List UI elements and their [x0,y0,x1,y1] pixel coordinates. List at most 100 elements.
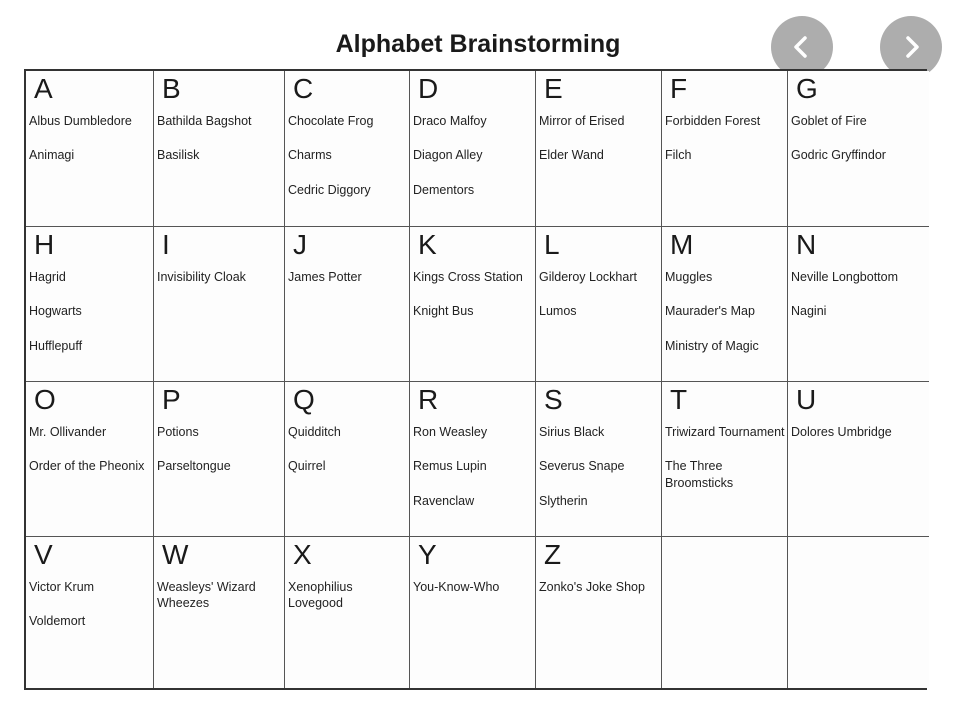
letter-cell: A Albus Dumbledore Animagi [26,71,154,227]
chevron-left-icon [794,36,807,58]
entry-text: Maurader's Map [665,304,755,319]
letter-cell: U Dolores Umbridge [788,382,929,537]
letter-cell: C Chocolate Frog Charms Cedric Diggory [285,71,410,227]
entry-list: Hagrid Hogwarts Hufflepuff [29,269,151,372]
entry-text: Charms [288,148,332,163]
entry-text: Basilisk [157,148,200,163]
entry-text: Filch [665,148,692,163]
entry-text: Albus Dumbledore [29,114,132,128]
entry-text: Animagi [29,148,75,163]
letter-cell: T Triwizard Tournament The Three Broomstic… [662,382,788,537]
letter-cell [788,537,929,688]
entry-list: Quidditch Quirrel [288,424,407,493]
cell-letter: U [796,384,817,415]
entry-text: Quidditch [288,425,341,439]
entry-text: Parseltongue [157,459,231,474]
entry-text: Neville Longbottom [791,270,899,284]
letter-cell: K Kings Cross Station Knight Bus [410,227,536,382]
letter-cell [662,537,788,688]
cell-letter: O [34,384,56,415]
entry-text: The Three Broomsticks [665,459,734,490]
cell-letter: X [293,539,312,570]
entry-list: Invisibility Cloak [157,269,282,303]
entry-list: Xenophilius Lovegood [288,579,407,630]
cell-letter: L [544,229,560,260]
entry-text: Cedric Diggory [288,182,371,197]
letter-cell: O Mr. Ollivander Order of the Pheonix [26,382,154,537]
cell-letter: Q [293,384,315,415]
entry-list: James Potter [288,269,407,303]
entry-list: Neville Longbottom Nagini [791,269,927,338]
entry-list: Sirius Black Severus Snape Slytherin [539,424,659,527]
entry-text: Invisibility Cloak [157,270,246,284]
entry-text: You-Know-Who [413,580,500,594]
entry-text: Victor Krum [29,580,95,594]
entry-text: Voldemort [29,614,86,629]
cell-letter: R [418,384,439,415]
letter-cell: H Hagrid Hogwarts Hufflepuff [26,227,154,382]
letter-cell: Y You-Know-Who [410,537,536,688]
cell-letter: T [670,384,688,415]
entry-list: Triwizard Tournament The Three Broomstick… [665,424,785,509]
entry-text: Zonko's Joke Shop [539,580,645,594]
cell-letter: G [796,73,818,104]
entry-text: Dolores Umbridge [791,425,892,439]
entry-text: Hogwarts [29,304,82,319]
entry-text: Chocolate Frog [288,114,374,128]
entry-list: Draco Malfoy Diagon Alley Dementors [413,113,533,216]
entry-text: Godric Gryffindor [791,148,886,163]
entry-list: You-Know-Who [413,579,533,613]
cell-letter: P [162,384,181,415]
entry-list: Dolores Umbridge [791,424,927,458]
entry-list: Potions Parseltongue [157,424,282,493]
letter-cell: S Sirius Black Severus Snape Slytherin [536,382,662,537]
letter-cell: P Potions Parseltongue [154,382,285,537]
entry-text: Sirius Black [539,425,605,439]
entry-text: Draco Malfoy [413,114,487,128]
entry-text: Xenophilius Lovegood [288,580,353,611]
cell-letter: H [34,229,55,260]
entry-list: Muggles Maurader's Map Ministry of Magic [665,269,785,372]
entry-text: Potions [157,425,199,439]
cell-letter: S [544,384,563,415]
cell-letter: B [162,73,181,104]
letter-cell: F Forbidden Forest Filch [662,71,788,227]
entry-text: Knight Bus [413,304,474,319]
entry-text: Gilderoy Lockhart [539,270,637,284]
letter-cell: X Xenophilius Lovegood [285,537,410,688]
letter-cell: R Ron Weasley Remus Lupin Ravenclaw [410,382,536,537]
cell-letter: M [670,229,694,260]
entry-text: Slytherin [539,493,588,508]
entry-text: Hagrid [29,270,66,284]
letter-cell: M Muggles Maurader's Map Ministry of Magic [662,227,788,382]
cell-letter: W [162,539,189,570]
letter-cell: L Gilderoy Lockhart Lumos [536,227,662,382]
entry-text: Mirror of Erised [539,114,625,128]
entry-list: Mr. Ollivander Order of the Pheonix [29,424,151,493]
cell-letter: Y [418,539,437,570]
entry-text: Muggles [665,270,713,284]
entry-list: Mirror of Erised Elder Wand [539,113,659,182]
chevron-right-icon [906,36,919,58]
cell-letter: N [796,229,817,260]
entry-list: Zonko's Joke Shop [539,579,659,613]
entry-list: Albus Dumbledore Animagi [29,113,151,182]
letter-cell: V Victor Krum Voldemort [26,537,154,688]
entry-text: Ron Weasley [413,425,488,439]
entry-text: Quirrel [288,459,326,474]
entry-text: Goblet of Fire [791,114,867,128]
entry-text: Diagon Alley [413,148,483,163]
letter-cell: Q Quidditch Quirrel [285,382,410,537]
entry-text: Ravenclaw [413,493,475,508]
entry-text: Order of the Pheonix [29,459,145,474]
letter-cell: W Weasleys' Wizard Wheezes [154,537,285,688]
cell-letter: I [162,229,170,260]
entry-text: Elder Wand [539,148,604,163]
letter-cell: E Mirror of Erised Elder Wand [536,71,662,227]
entry-text: Mr. Ollivander [29,425,107,439]
cell-letter: V [34,539,53,570]
entry-list: Ron Weasley Remus Lupin Ravenclaw [413,424,533,527]
letter-cell: D Draco Malfoy Diagon Alley Dementors [410,71,536,227]
entry-text: Kings Cross Station [413,270,523,284]
entry-list: Forbidden Forest Filch [665,113,785,182]
